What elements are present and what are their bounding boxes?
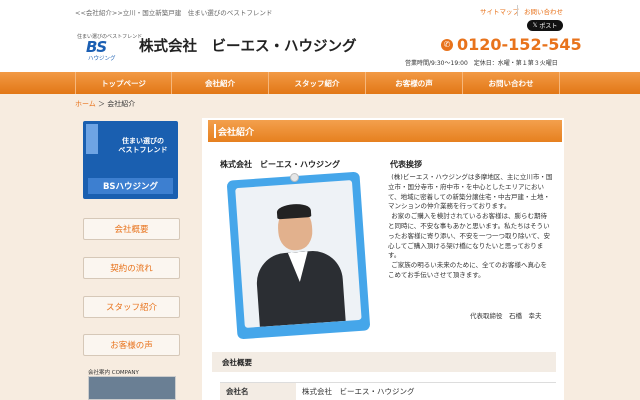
greeting-paragraph-1: (株)ビーエス・ハウジングは多摩地区、主に立川市・国立市・国分寺市・府中市・を中…: [388, 173, 553, 211]
global-nav: トップページ 会社紹介 スタッフ紹介 お客様の声 お問い合わせ: [0, 72, 640, 94]
overview-row-value: 株式会社 ビーエス・ハウジング: [296, 382, 556, 400]
x-icon: 𝕏: [532, 22, 538, 29]
business-hours: 営業時間/9:30～19:00 定休日：水曜・第１第３火曜日: [405, 60, 558, 67]
phone-number[interactable]: ✆ 0120-152-545: [441, 35, 582, 54]
greeting-paragraph-3: ご家族の明るい未来のために、全てのお客様へ真心をこめてお手伝いさせて頂きます。: [388, 261, 548, 279]
company-name: 株式会社 ビーエス・ハウジング: [139, 39, 357, 55]
president-photo: [226, 171, 371, 340]
pin-icon: [290, 173, 299, 182]
logo-sub: ハウジング: [88, 56, 116, 62]
overview-title: 会社概要: [212, 352, 556, 372]
phone-icon: ✆: [441, 38, 453, 51]
nav-voice[interactable]: お客様の声: [366, 72, 463, 94]
link-divider: [517, 5, 518, 16]
side-button-voice[interactable]: お客様の声: [83, 334, 180, 356]
header-top-text: <<会社紹介>>立川・国立新築戸建 住まい選びのベストフレンド: [75, 9, 273, 17]
banner-title: 住まい選びの ベストフレンド: [118, 137, 168, 154]
company-label: 株式会社 ビーエス・ハウジング: [220, 160, 340, 169]
greeting-title: 代表挨拶: [390, 160, 422, 169]
nav-contact[interactable]: お問い合わせ: [463, 72, 560, 94]
section-title: 会社紹介: [208, 120, 562, 142]
contact-link[interactable]: お問い合わせ: [524, 6, 563, 16]
greeting-body: (株)ビーエス・ハウジングは多摩地区、主に立川市・国立市・国分寺市・府中市・を中…: [388, 173, 553, 281]
company-photo[interactable]: [88, 376, 176, 400]
nav-company[interactable]: 会社紹介: [172, 72, 269, 94]
side-button-staff[interactable]: スタッフ紹介: [83, 296, 180, 318]
side-button-overview[interactable]: 会社概要: [83, 218, 180, 240]
nav-staff[interactable]: スタッフ紹介: [269, 72, 366, 94]
overview-row-label: 会社名: [220, 382, 296, 400]
signer: 代表取締役 石橋 幸夫: [470, 312, 542, 320]
breadcrumb-separator: ＞: [98, 100, 106, 108]
x-post-button[interactable]: 𝕏 ポスト: [527, 20, 563, 31]
side-image-label: 会社案内 COMPANY: [88, 370, 139, 376]
breadcrumb-current: 会社紹介: [107, 100, 136, 108]
banner-label: BSハウジング: [88, 178, 173, 194]
x-post-label: ポスト: [539, 23, 558, 30]
phone-text: 0120-152-545: [457, 35, 582, 54]
nav-top[interactable]: トップページ: [75, 72, 172, 94]
breadcrumb: ホーム ＞ 会社紹介: [75, 99, 135, 109]
side-button-flow[interactable]: 契約の流れ: [83, 257, 180, 279]
sitemap-link[interactable]: サイトマップ: [480, 6, 519, 16]
greeting-paragraph-2: お家のご購入を検討されているお客様は、膨らむ期待と同時に、不安な事もあかと思いま…: [388, 212, 550, 260]
breadcrumb-home[interactable]: ホーム: [75, 100, 96, 108]
building-icon: [86, 124, 98, 154]
